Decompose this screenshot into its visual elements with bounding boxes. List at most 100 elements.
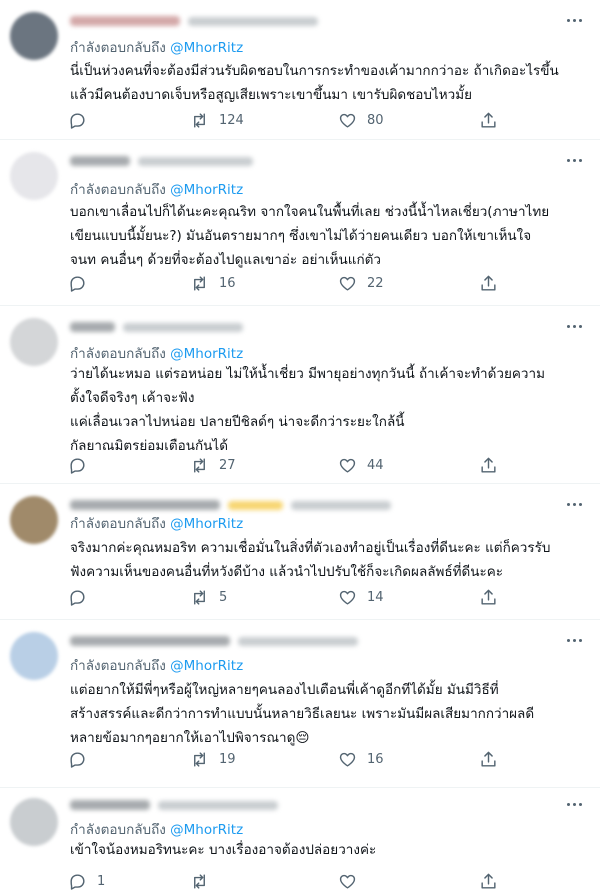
tweet-header (70, 318, 243, 336)
more-options-icon[interactable] (562, 316, 586, 336)
tweet-text: บอกเขาเลื่อนไปก็ได้นะคะคุณริท จากใจคนในพ… (70, 204, 550, 268)
like-button[interactable]: 44 (338, 453, 384, 477)
more-options-icon[interactable] (562, 10, 586, 30)
avatar[interactable] (10, 12, 58, 60)
reply-icon (70, 275, 85, 292)
author-name[interactable] (70, 16, 180, 26)
avatar[interactable] (10, 496, 58, 544)
reply-tweet[interactable]: กำลังตอบกลับถึง @MhorRitz บอกเขาเลื่อนไป… (0, 140, 600, 306)
tweet-header (70, 632, 358, 650)
replying-to: กำลังตอบกลับถึง @MhorRitz (70, 512, 243, 534)
mention-link[interactable]: @MhorRitz (170, 182, 243, 198)
replying-to-label: กำลังตอบกลับถึง (70, 346, 166, 362)
more-options-icon[interactable] (562, 150, 586, 170)
tweet-actions: 27 44 (68, 453, 498, 477)
retweet-icon (194, 589, 205, 605)
reply-button[interactable] (68, 108, 97, 132)
reply-icon (70, 751, 85, 768)
retweet-count: 16 (219, 275, 236, 291)
tweet-header (70, 152, 253, 170)
share-icon (481, 112, 496, 128)
share-icon (481, 589, 496, 605)
author-name[interactable] (70, 636, 230, 646)
reply-count: 1 (97, 873, 106, 889)
share-button[interactable] (479, 271, 498, 295)
replying-to-label: กำลังตอบกลับถึง (70, 822, 166, 838)
reply-tweet[interactable]: กำลังตอบกลับถึง @MhorRitz นี่เป็นห่วงคนท… (0, 0, 600, 140)
like-icon (339, 113, 356, 128)
tweet-actions: 16 22 (68, 271, 498, 295)
replying-to: กำลังตอบกลับถึง @MhorRitz (70, 654, 243, 676)
retweet-button[interactable]: 27 (190, 453, 236, 477)
retweet-button[interactable]: 124 (190, 108, 244, 132)
reply-tweet[interactable]: กำลังตอบกลับถึง @MhorRitz แต่อยากให้มีพี… (0, 620, 600, 788)
mention-link[interactable]: @MhorRitz (170, 346, 243, 362)
like-button[interactable]: 80 (338, 108, 384, 132)
like-button[interactable]: 14 (338, 585, 384, 609)
reply-icon (70, 589, 85, 606)
share-icon (481, 275, 496, 291)
replying-to-label: กำลังตอบกลับถึง (70, 658, 166, 674)
avatar[interactable] (10, 632, 58, 680)
like-icon (339, 874, 356, 889)
share-button[interactable] (479, 108, 498, 132)
avatar[interactable] (10, 318, 58, 366)
reply-button[interactable] (68, 585, 97, 609)
share-button[interactable] (479, 747, 498, 771)
tweet-header (70, 796, 278, 814)
reply-tweet[interactable]: กำลังตอบกลับถึง @MhorRitz ว่ายได้นะหมอ แ… (0, 306, 600, 484)
author-handle (158, 800, 278, 810)
author-handle (291, 500, 391, 510)
author-handle (188, 16, 318, 26)
tweet-actions: 19 16 (68, 747, 498, 771)
reply-button[interactable] (68, 453, 97, 477)
replying-to: กำลังตอบกลับถึง @MhorRitz (70, 818, 243, 840)
author-handle (228, 500, 283, 510)
avatar[interactable] (10, 798, 58, 846)
retweet-icon (194, 873, 205, 889)
like-count: 80 (367, 112, 384, 128)
more-options-icon[interactable] (562, 794, 586, 814)
author-handle (123, 322, 243, 332)
mention-link[interactable]: @MhorRitz (170, 658, 243, 674)
avatar[interactable] (10, 152, 58, 200)
share-button[interactable] (479, 453, 498, 477)
retweet-button[interactable] (190, 869, 219, 893)
like-count: 14 (367, 589, 384, 605)
more-options-icon[interactable] (562, 630, 586, 650)
reply-button[interactable] (68, 271, 97, 295)
share-button[interactable] (479, 869, 498, 893)
retweet-button[interactable]: 19 (190, 747, 236, 771)
reply-button[interactable] (68, 747, 97, 771)
retweet-icon (194, 457, 205, 473)
like-button[interactable] (338, 869, 367, 893)
retweet-button[interactable]: 16 (190, 271, 236, 295)
author-name[interactable] (70, 800, 150, 810)
author-name[interactable] (70, 500, 220, 510)
replying-to: กำลังตอบกลับถึง @MhorRitz (70, 178, 243, 200)
tweet-text: ว่ายได้นะหมอ แต่รอหน่อย ไม่ให้น้ำเชี่ยว … (70, 366, 545, 454)
share-button[interactable] (479, 585, 498, 609)
like-icon (339, 590, 356, 605)
author-name[interactable] (70, 156, 130, 166)
share-icon (481, 873, 496, 889)
replying-to: กำลังตอบกลับถึง @MhorRitz (70, 342, 243, 364)
mention-link[interactable]: @MhorRitz (170, 822, 243, 838)
more-options-icon[interactable] (562, 494, 586, 514)
tweet-text: นี่เป็นห่วงคนที่จะต้องมีส่วนรับผิดชอบในก… (70, 63, 559, 103)
reply-tweet[interactable]: กำลังตอบกลับถึง @MhorRitz เข้าใจน้องหมอร… (0, 788, 600, 896)
reply-button[interactable]: 1 (68, 869, 105, 893)
mention-link[interactable]: @MhorRitz (170, 40, 243, 56)
like-count: 16 (367, 751, 384, 767)
like-button[interactable]: 16 (338, 747, 384, 771)
like-icon (339, 276, 356, 291)
tweet-text: แต่อยากให้มีพี่ๆหรือผู้ใหญ่หลายๆคนลองไปเ… (70, 682, 535, 746)
retweet-button[interactable]: 5 (190, 585, 227, 609)
reply-tweet[interactable]: กำลังตอบกลับถึง @MhorRitz จริงมากค่ะคุณห… (0, 484, 600, 620)
mention-link[interactable]: @MhorRitz (170, 516, 243, 532)
retweet-count: 124 (219, 112, 244, 128)
like-button[interactable]: 22 (338, 271, 384, 295)
tweet-header (70, 12, 318, 30)
tweet-text: จริงมากค่ะคุณหมอริท ความเชื่อมั่นในสิ่งท… (70, 540, 551, 580)
author-name[interactable] (70, 322, 115, 332)
